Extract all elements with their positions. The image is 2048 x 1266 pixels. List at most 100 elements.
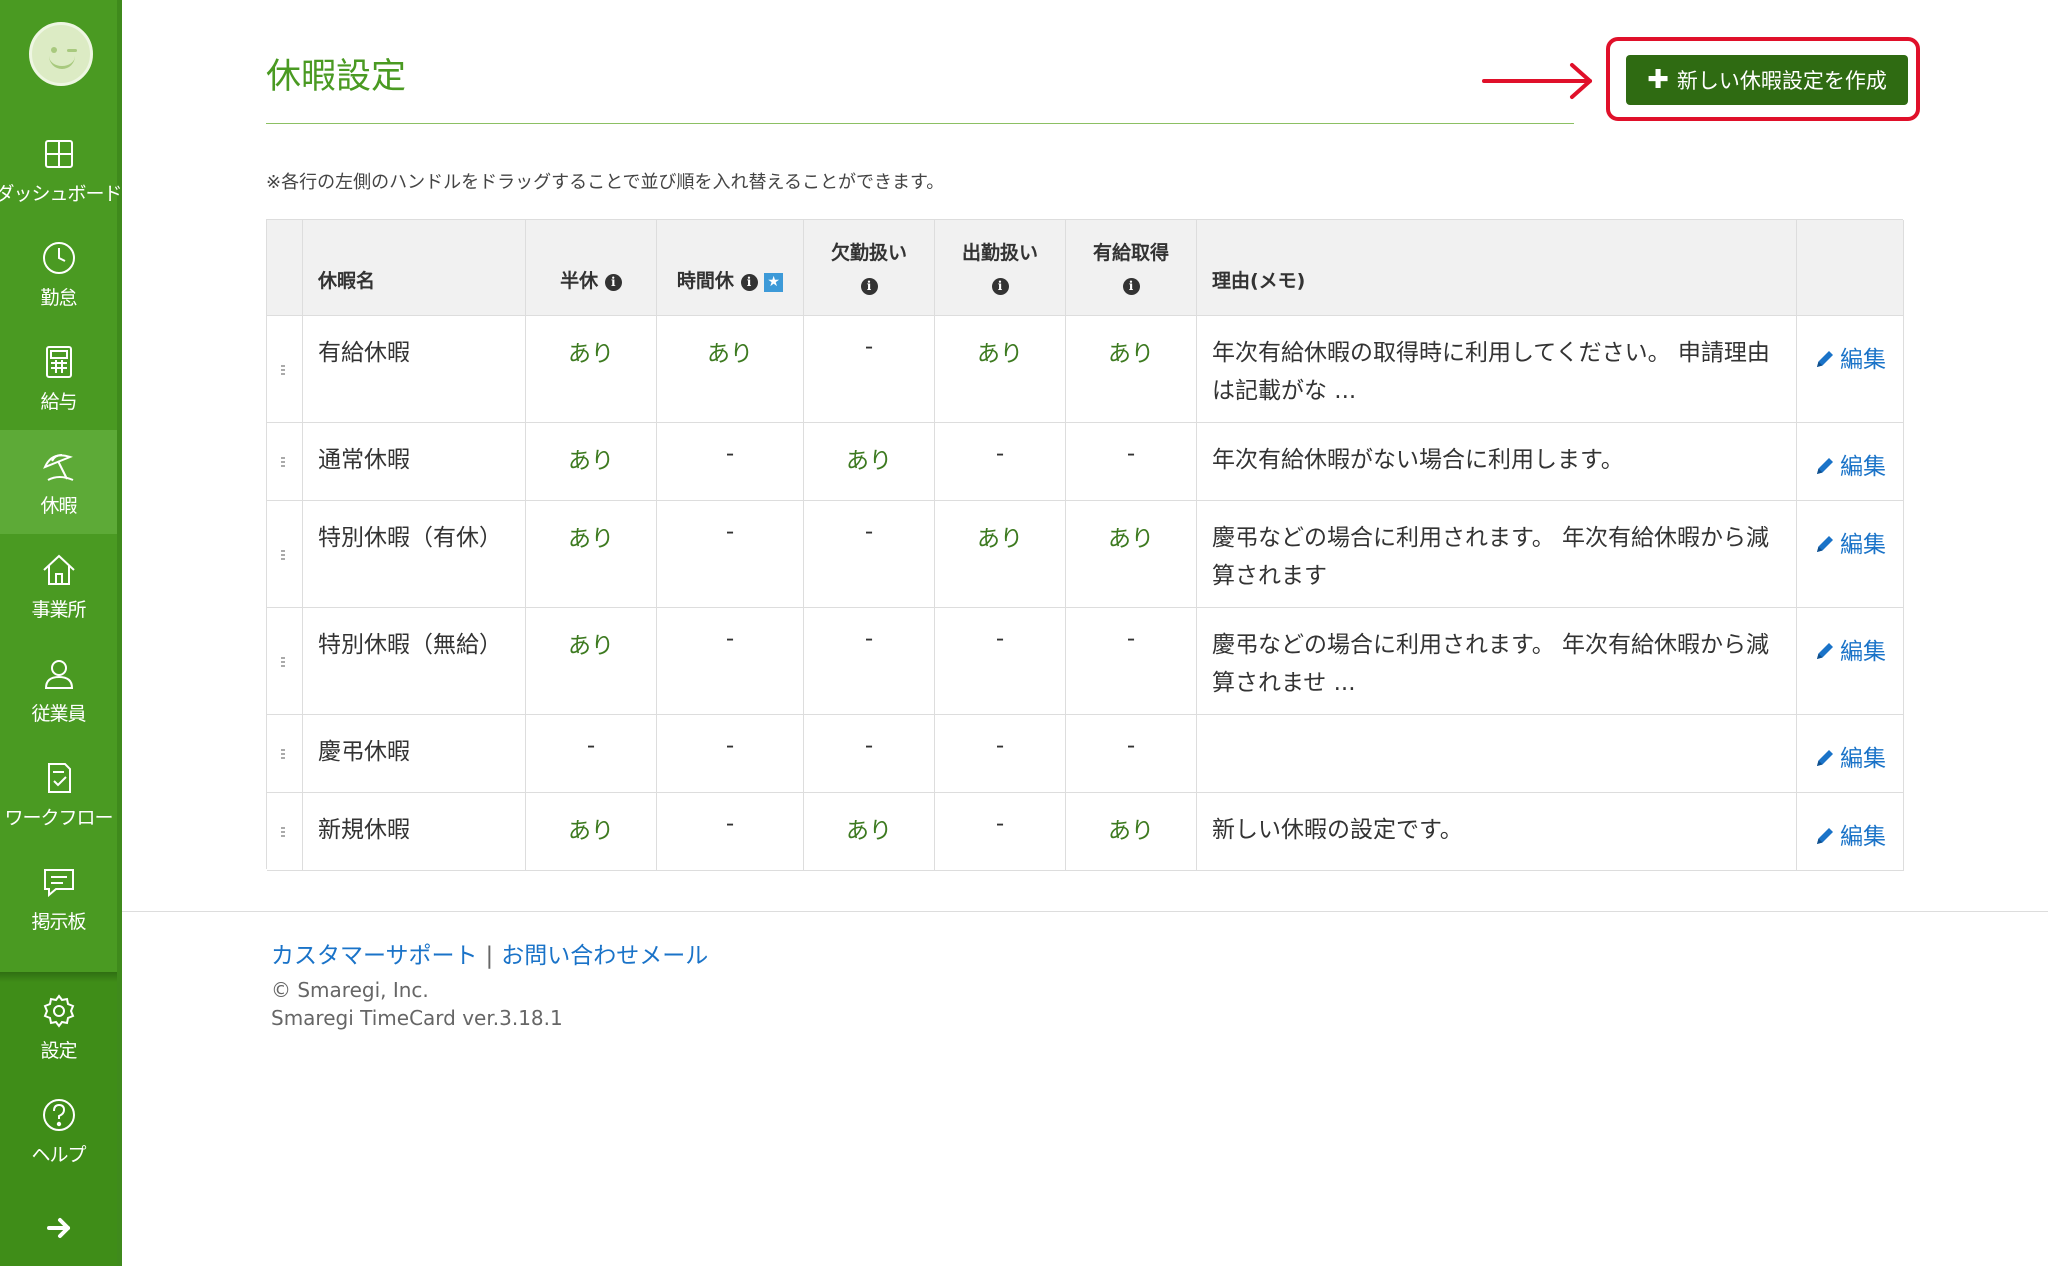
header-absence-label: 欠勤扱 — [830, 242, 888, 264]
paid-value: あり — [1108, 818, 1154, 844]
edit-label: 編集 — [1840, 824, 1886, 850]
sidebar-item-employees[interactable]: 従業員 — [0, 638, 117, 742]
hourly-cell: - — [657, 715, 804, 793]
hourly-cell: - — [657, 608, 804, 715]
info-icon[interactable]: i — [740, 274, 758, 291]
sidebar-item-label: 設定 — [40, 1039, 77, 1062]
half-value: あり — [568, 448, 614, 474]
attendance-cell: - — [935, 608, 1066, 715]
info-icon[interactable]: i — [604, 274, 622, 291]
contact-mail-link[interactable]: お問い合わせメール — [501, 943, 708, 969]
memo-text: 年次有給休暇がない場合に利用します。 — [1212, 447, 1624, 473]
drag-handle-icon — [281, 457, 285, 468]
edit-link[interactable]: 編集 — [1797, 739, 1903, 773]
sidebar-item-board[interactable]: 掲示板 — [0, 846, 117, 950]
memo-text: 慶弔などの場合に利用されます。 年次有給休暇から減算されませ ... — [1212, 632, 1770, 696]
paid-value: あり — [1108, 526, 1154, 552]
header-paid-label-end: 得 — [1150, 242, 1170, 264]
leave-name: 通常休暇 — [318, 447, 410, 473]
half-cell: あり — [526, 608, 657, 715]
paid-value: - — [1126, 441, 1136, 467]
leave-name-cell: 特別休暇（無給） — [303, 608, 526, 715]
sidebar-item-label: 休暇 — [40, 494, 77, 517]
sidebar-item-office[interactable]: 事業所 — [0, 534, 117, 638]
edit-link[interactable]: 編集 — [1797, 340, 1903, 374]
attendance-value: - — [995, 626, 1005, 652]
sidebar-item-leave[interactable]: 休暇 — [0, 430, 117, 534]
header-actions — [1797, 220, 1904, 316]
sidebar-item-workflow[interactable]: ワークフロー — [0, 742, 117, 846]
pencil-icon — [1817, 458, 1833, 474]
actions-cell: 編集 — [1797, 316, 1904, 423]
drag-handle[interactable] — [267, 608, 303, 715]
edit-link[interactable]: 編集 — [1797, 817, 1903, 851]
header-attendance: 出勤扱い i — [935, 220, 1066, 316]
leave-name-cell: 新規休暇 — [303, 793, 526, 871]
checklist-icon — [47, 762, 71, 793]
attendance-value: - — [995, 441, 1005, 467]
sidebar-item-dashboard[interactable]: ダッシュボード — [0, 118, 123, 222]
edit-label: 編集 — [1840, 347, 1886, 373]
help-icon — [42, 1098, 75, 1131]
edit-link[interactable]: 編集 — [1797, 447, 1903, 481]
drag-handle[interactable] — [267, 501, 303, 608]
absence-value: あり — [846, 818, 892, 844]
half-value: あり — [568, 633, 614, 659]
create-leave-setting-button[interactable]: ✚ 新しい休暇設定を作成 — [1626, 55, 1908, 105]
leave-name: 新規休暇 — [318, 817, 410, 843]
star-badge-icon: ★ — [764, 273, 784, 292]
edit-label: 編集 — [1840, 454, 1886, 480]
attendance-cell: - — [935, 423, 1066, 501]
sidebar-item-settings[interactable]: 設定 — [0, 975, 117, 1079]
paid-value: - — [1126, 733, 1136, 759]
attendance-cell: あり — [935, 316, 1066, 423]
memo-text: 慶弔などの場合に利用されます。 年次有給休暇から減算されます — [1212, 525, 1770, 589]
sidebar-item-attendance[interactable]: 勤怠 — [0, 222, 117, 326]
person-icon — [44, 659, 73, 689]
sidebar-item-label: ダッシュボード — [0, 182, 123, 205]
absence-cell: - — [804, 608, 935, 715]
drag-handle[interactable] — [267, 423, 303, 501]
avatar-eye — [51, 47, 57, 53]
leave-settings-table: 休暇名 半休 i 時間休 i ★ 欠勤扱い i 出勤扱い i 有給取得 i 理由(メモ… — [266, 219, 1904, 871]
sidebar-item-payroll[interactable]: 給与 — [0, 326, 117, 430]
sidebar-item-help[interactable]: ヘルプ — [0, 1079, 117, 1183]
half-value: - — [586, 733, 596, 759]
hourly-value: - — [725, 733, 735, 759]
title-divider — [266, 123, 1574, 124]
collapse-arrow-icon[interactable] — [46, 1216, 72, 1240]
home-icon — [42, 554, 75, 585]
absence-cell: - — [804, 316, 935, 423]
customer-support-link[interactable]: カスタマーサポート — [271, 943, 478, 969]
half-value: あり — [568, 341, 614, 367]
header-hourly-label: 時間休 — [676, 270, 734, 292]
drag-handle[interactable] — [267, 316, 303, 423]
avatar[interactable] — [29, 22, 93, 86]
half-cell: - — [526, 715, 657, 793]
attendance-value: - — [995, 811, 1005, 837]
annotation-arrow-icon — [1482, 63, 1592, 99]
header-memo: 理由(メモ) — [1197, 220, 1797, 316]
pencil-icon — [1817, 750, 1833, 766]
info-icon[interactable]: i — [1122, 278, 1140, 295]
hourly-cell: あり — [657, 316, 804, 423]
half-cell: あり — [526, 423, 657, 501]
sidebar-item-label: 従業員 — [31, 702, 86, 725]
memo-text: 新しい休暇の設定です。 — [1212, 817, 1463, 843]
half-value: あり — [568, 526, 614, 552]
hourly-value: - — [725, 441, 735, 467]
hourly-value: - — [725, 519, 735, 545]
memo-cell: 新しい休暇の設定です。 — [1197, 793, 1797, 871]
footer-divider — [122, 911, 2048, 912]
paid-cell: - — [1066, 423, 1197, 501]
drag-handle[interactable] — [267, 793, 303, 871]
edit-link[interactable]: 編集 — [1797, 525, 1903, 559]
sidebar-item-label: 事業所 — [31, 598, 86, 621]
drag-handle[interactable] — [267, 715, 303, 793]
edit-link[interactable]: 編集 — [1797, 632, 1903, 666]
memo-cell: 年次有給休暇がない場合に利用します。 — [1197, 423, 1797, 501]
leave-name: 特別休暇（無給） — [318, 632, 502, 658]
info-icon[interactable]: i — [860, 278, 878, 295]
header-handle-col — [267, 220, 303, 316]
info-icon[interactable]: i — [991, 278, 1009, 295]
